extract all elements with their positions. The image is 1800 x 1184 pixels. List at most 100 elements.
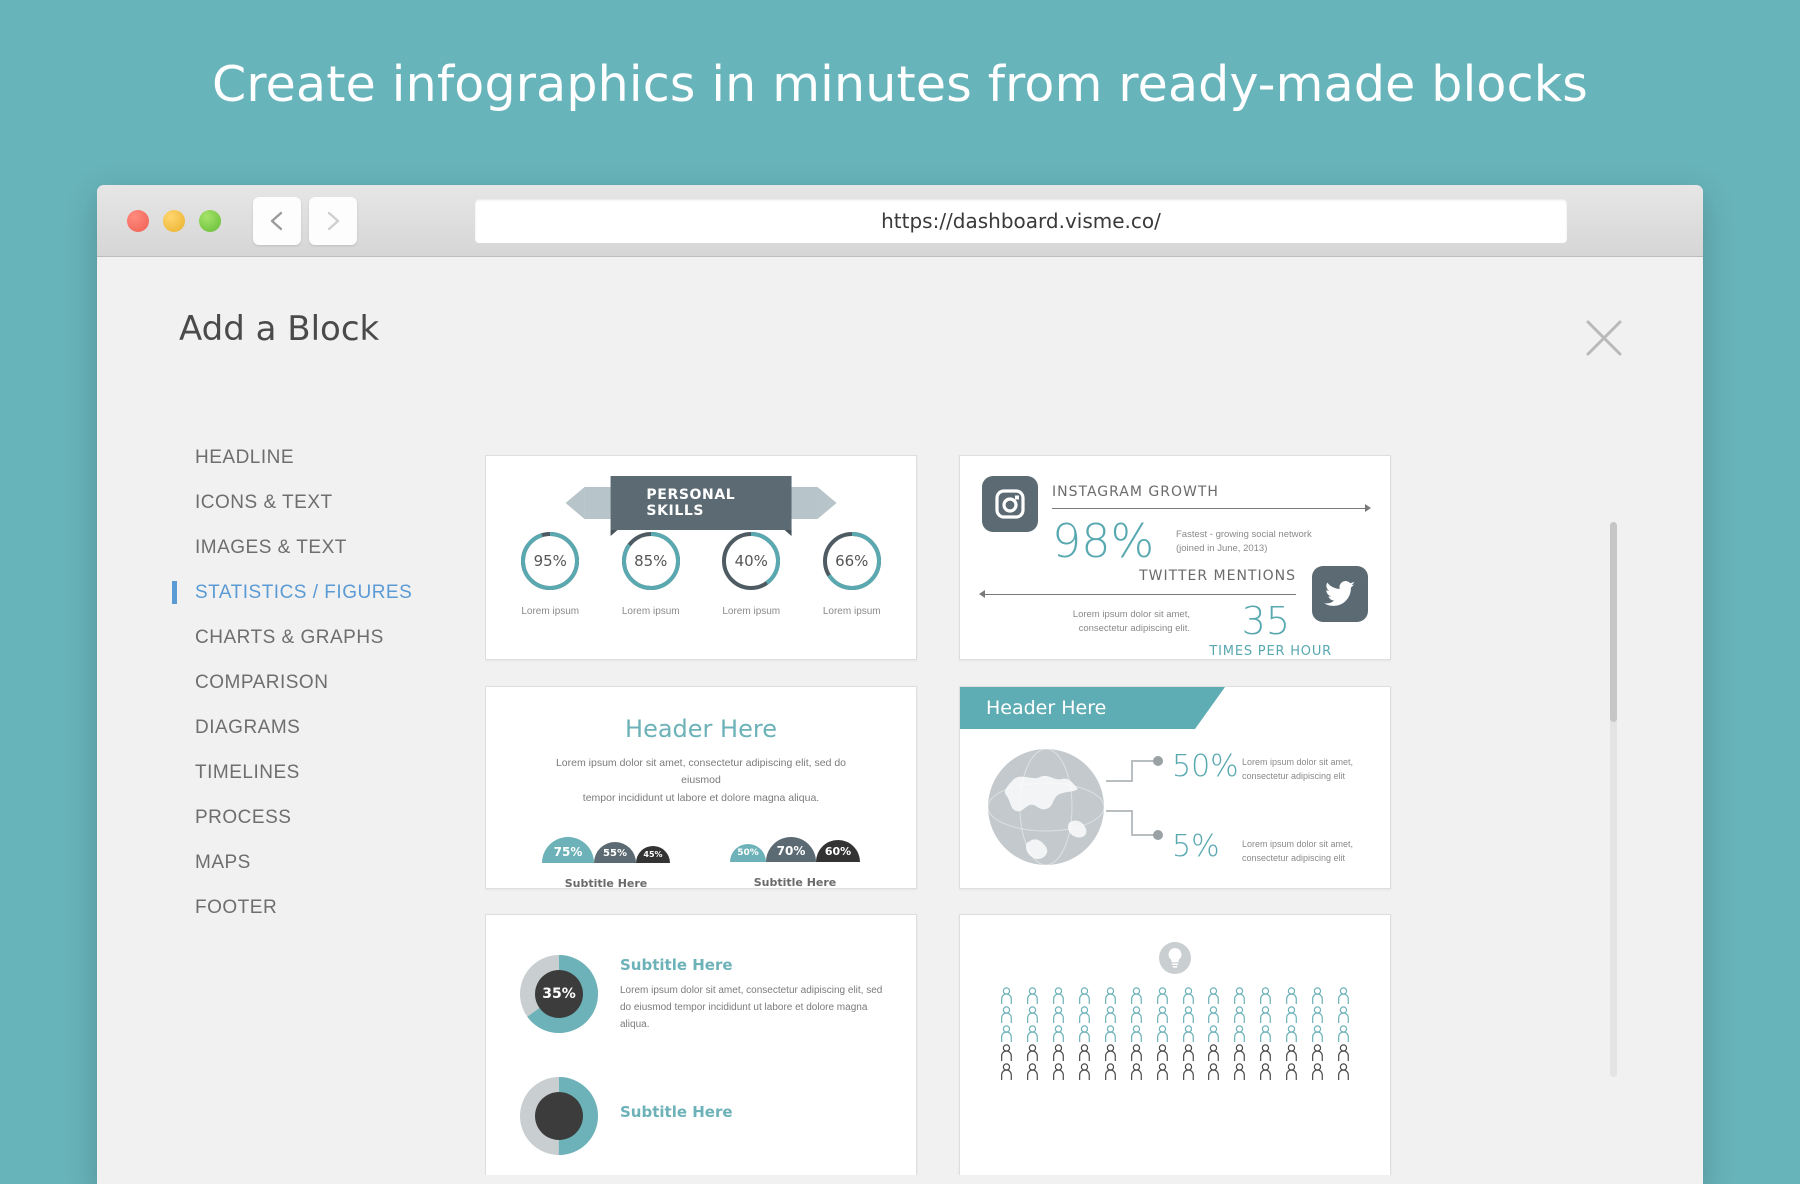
twitter-arrowhead <box>979 590 985 598</box>
person-icon <box>1150 1006 1175 1024</box>
callout-connector-2 <box>1106 810 1163 840</box>
close-icon <box>1586 320 1622 356</box>
person-icon <box>1227 1006 1252 1024</box>
instagram-note-line2: (joined in June, 2013) <box>1176 543 1268 555</box>
instagram-rule <box>1052 508 1368 509</box>
minimize-light[interactable] <box>163 209 185 232</box>
ribbon-tail-left <box>565 487 585 519</box>
block-card-social-stats[interactable]: INSTAGRAM GROWTH 98% Fastest - growing s… <box>959 455 1391 660</box>
instagram-arrowhead <box>1365 504 1371 512</box>
person-icon <box>1253 987 1278 1005</box>
sidebar-item-comparison[interactable]: COMPARISON <box>177 660 477 705</box>
person-icon <box>1331 1044 1356 1062</box>
ring-subtitle: Subtitle Here <box>620 955 733 974</box>
person-icon <box>1046 1006 1071 1024</box>
person-icon <box>1331 1006 1356 1024</box>
person-icon <box>1227 1063 1252 1081</box>
sidebar-item-footer[interactable]: FOOTER <box>177 885 477 930</box>
twitter-note: Lorem ipsum dolor sit amet, consectetur … <box>1004 608 1190 637</box>
block-card-ring-list[interactable]: 35% Subtitle Here Lorem ipsum dolor sit … <box>485 914 917 1175</box>
globe-ribbon: Header Here <box>960 687 1225 729</box>
ring-body: Lorem ipsum dolor sit amet, consectetur … <box>620 982 892 1033</box>
person-icon <box>1201 987 1226 1005</box>
gauge-75: 75% <box>542 836 594 863</box>
callout-1-line1: Lorem ipsum dolor sit amet, <box>1242 757 1354 767</box>
sidebar-item-statistics-figures[interactable]: STATISTICS / FIGURES <box>172 570 477 615</box>
sidebar-item-images-text[interactable]: IMAGES & TEXT <box>177 525 477 570</box>
callout-text-2: Lorem ipsum dolor sit amet, consectetur … <box>1242 837 1382 866</box>
ring-value: 35% <box>535 970 583 1018</box>
gauge-60: 60% <box>816 839 860 862</box>
chevron-left-icon <box>270 211 283 230</box>
callout-text-1: Lorem ipsum dolor sit amet, consectetur … <box>1242 755 1382 784</box>
person-icon <box>1176 1025 1201 1043</box>
card-body-text: Lorem ipsum dolor sit amet, consectetur … <box>536 755 866 807</box>
person-icon <box>1124 1006 1149 1024</box>
person-icon <box>1176 987 1201 1005</box>
sidebar-item-diagrams[interactable]: DIAGRAMS <box>177 705 477 750</box>
person-icon <box>1046 1025 1071 1043</box>
block-card-globe[interactable]: Header Here 50% Lorem ipsum dolor sit am… <box>959 686 1391 889</box>
people-grid <box>960 987 1390 1081</box>
gauge-row: 75% 55% 45% Subtitle Here 50% 70% 60% Su… <box>486 836 916 889</box>
sidebar-item-charts-graphs[interactable]: CHARTS & GRAPHS <box>177 615 477 660</box>
person-icon <box>1150 1025 1175 1043</box>
sidebar-item-timelines[interactable]: TIMELINES <box>177 750 477 795</box>
gauge-subtitle: Subtitle Here <box>753 875 837 889</box>
person-icon <box>1305 1044 1330 1062</box>
person-icon <box>1305 1063 1330 1081</box>
close-light[interactable] <box>127 209 149 232</box>
block-card-personal-skills[interactable]: PERSONAL SKILLS 95% Lorem ipsum 85% Lore… <box>485 455 917 660</box>
twitter-label: TWITTER MENTIONS <box>1139 568 1296 584</box>
donut-row: 95% Lorem ipsum 85% Lorem ipsum 40% Lore… <box>486 530 916 617</box>
person-icon <box>1124 987 1149 1005</box>
twitter-note-line1: Lorem ipsum dolor sit amet, <box>1072 609 1190 620</box>
body-line2: tempor incididunt ut labore et dolore ma… <box>582 791 820 804</box>
sidebar-item-icons-text[interactable]: ICONS & TEXT <box>177 480 477 525</box>
nav-buttons <box>253 196 357 245</box>
zoom-light[interactable] <box>199 209 221 232</box>
person-icon <box>1253 1063 1278 1081</box>
callout-2-line2: consectetur adipiscing elit <box>1242 853 1346 864</box>
person-icon <box>1201 1044 1226 1062</box>
sidebar-item-maps[interactable]: MAPS <box>177 840 477 885</box>
person-icon <box>1305 1025 1330 1043</box>
gauge-group: 50% 70% 60% Subtitle Here <box>730 836 860 889</box>
scrollbar-track[interactable] <box>1610 522 1617 1077</box>
callout-1-line2: consectetur adipiscing elit <box>1242 771 1346 782</box>
person-icon <box>1176 1044 1201 1062</box>
address-bar[interactable]: https://dashboard.visme.co/ <box>475 198 1567 243</box>
instagram-note: Fastest - growing social network (joined… <box>1176 528 1356 557</box>
callout-value-1: 50% <box>1172 749 1239 784</box>
person-icon <box>1176 1063 1201 1081</box>
donut-chart-85: 85% <box>620 530 682 592</box>
person-icon <box>1227 1025 1252 1043</box>
scrollbar-thumb[interactable] <box>1610 522 1617 722</box>
block-card-header-gauges[interactable]: Header Here Lorem ipsum dolor sit amet, … <box>485 686 917 889</box>
sidebar-item-process[interactable]: PROCESS <box>177 795 477 840</box>
person-icon <box>1279 1044 1304 1062</box>
person-icon <box>1201 1063 1226 1081</box>
block-card-people[interactable] <box>959 914 1391 1175</box>
ring-chart-35: 35% <box>520 955 598 1033</box>
person-icon <box>994 1063 1019 1081</box>
person-icon <box>1331 1063 1356 1081</box>
donut-chart-66: 66% <box>821 530 883 592</box>
sidebar-item-headline[interactable]: HEADLINE <box>177 435 477 480</box>
callout-2-line1: Lorem ipsum dolor sit amet, <box>1242 839 1354 849</box>
forward-button[interactable] <box>309 196 357 245</box>
card-header: Header Here <box>625 715 777 743</box>
instagram-note-line1: Fastest - growing social network <box>1176 529 1312 540</box>
back-button[interactable] <box>253 196 301 245</box>
person-icon <box>1227 1044 1252 1062</box>
ribbon-label: PERSONAL SKILLS <box>610 476 792 536</box>
person-icon <box>1046 987 1071 1005</box>
person-icon <box>1150 1063 1175 1081</box>
person-icon <box>1020 1006 1045 1024</box>
gauge-70: 70% <box>766 836 816 862</box>
person-icon <box>1020 1025 1045 1043</box>
close-button[interactable] <box>1583 317 1625 359</box>
twitter-value: 35 <box>1241 599 1290 643</box>
donut-value: 66% <box>835 552 869 570</box>
ribbon-box-right <box>791 487 818 519</box>
